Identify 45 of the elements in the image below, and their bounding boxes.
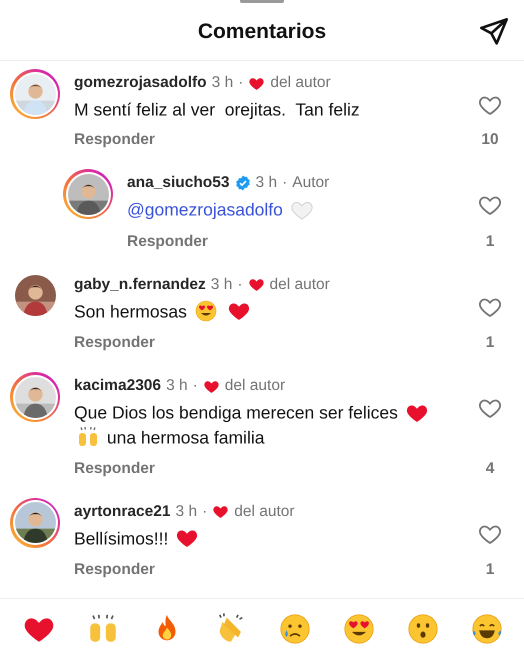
separator-dot: · [282, 173, 288, 194]
like-count: 4 [486, 460, 494, 478]
timestamp: 3 h [210, 274, 232, 295]
author-note: Autor [292, 173, 330, 194]
timestamp: 3 h [256, 173, 278, 194]
separator-dot: · [202, 502, 208, 522]
comment-text: M sentí feliz al ver orejitas. Tan feliz [74, 99, 360, 120]
username[interactable]: ana_siucho53 [127, 173, 230, 194]
timestamp: 3 h [212, 73, 234, 93]
like-count: 1 [486, 561, 494, 580]
timestamp: 3 h [166, 376, 188, 396]
comment-text: Bellísimos!!! [74, 528, 168, 548]
comment-text: Que Dios los bendiga merecen ser felices [74, 402, 398, 422]
author-note: del autor [270, 274, 330, 295]
timestamp: 3 h [176, 502, 198, 522]
reply-link[interactable]: Responder [74, 334, 155, 352]
author-note: del autor [224, 376, 286, 396]
drag-handle[interactable] [240, 0, 284, 3]
reply-link[interactable]: Responder [127, 232, 208, 251]
mention-link[interactable]: @gomezrojasadolfo [127, 200, 283, 220]
username[interactable]: ayrtonrace21 [74, 502, 171, 522]
username[interactable]: kacima2306 [74, 376, 162, 396]
author-note: del autor [234, 502, 295, 522]
heart-eyes-face-icon[interactable] [342, 612, 376, 646]
username[interactable]: gomezrojasadolfo [74, 73, 207, 93]
sheet-title: Comentarios [198, 20, 326, 44]
author-note: del autor [270, 73, 331, 93]
username[interactable]: gaby_n.fernandez [74, 274, 206, 295]
separator-dot: · [192, 376, 198, 396]
like-count: 1 [486, 232, 494, 251]
reply-link[interactable]: Responder [74, 561, 155, 580]
comment-text: una hermosa familia [106, 426, 264, 447]
separator-dot: · [237, 274, 243, 295]
surprised-face-icon[interactable] [406, 612, 440, 646]
heart-eyes-face-icon [194, 299, 218, 324]
crying-face-icon[interactable] [278, 612, 312, 646]
separator-dot: · [238, 73, 244, 93]
like-count: 1 [486, 334, 494, 352]
reply-link[interactable]: Responder [74, 131, 155, 150]
like-count: 10 [481, 131, 499, 150]
send-icon[interactable] [478, 16, 510, 48]
reply-link[interactable]: Responder [74, 460, 155, 478]
comment-text: Son hermosas [74, 301, 187, 322]
laughing-face-icon[interactable] [470, 612, 504, 646]
raised-hands-icon [76, 424, 100, 449]
